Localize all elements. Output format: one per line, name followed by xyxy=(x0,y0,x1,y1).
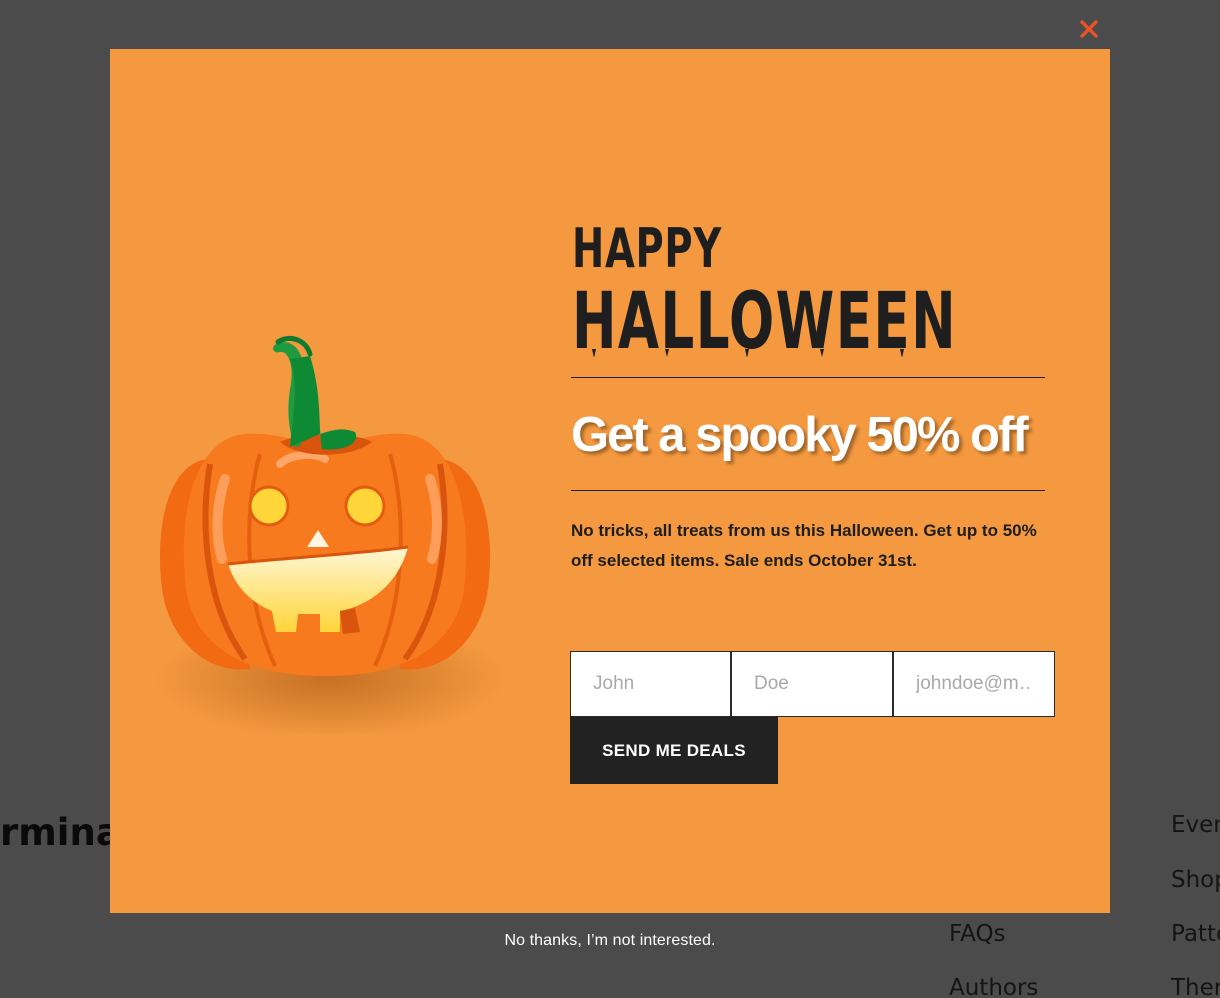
send-deals-button[interactable]: SEND ME DEALS xyxy=(570,717,778,784)
footer-link-events[interactable]: Event xyxy=(1171,810,1220,840)
footer-link-shop[interactable]: Shop xyxy=(1171,865,1220,895)
close-button[interactable] xyxy=(1076,16,1102,42)
divider-bottom xyxy=(571,490,1045,491)
title-happy: HAPPY xyxy=(572,217,722,280)
footer-link-authors[interactable]: Authors xyxy=(949,973,1038,998)
last-name-field[interactable] xyxy=(731,651,893,717)
email-field[interactable] xyxy=(893,651,1055,717)
footer-link-themes[interactable]: Them xyxy=(1171,973,1220,998)
promo-modal: HAPPY HALLOWEEN Get a spooky 50% off No … xyxy=(110,49,1110,913)
offer-headline: Get a spooky 50% off xyxy=(571,408,1029,462)
page: rminat FAQs Authors Event Shop Patte The… xyxy=(0,0,1220,998)
title-halloween: HALLOWEEN xyxy=(572,277,957,357)
close-icon xyxy=(1080,20,1098,38)
dismiss-link[interactable]: No thanks, I’m not interested. xyxy=(0,932,1220,950)
halloween-title-graphic: HAPPY HALLOWEEN xyxy=(572,217,957,357)
first-name-field[interactable] xyxy=(570,651,731,717)
jack-o-lantern-icon xyxy=(155,336,500,734)
divider-top xyxy=(571,377,1045,378)
offer-description: No tricks, all treats from us this Hallo… xyxy=(571,521,1037,570)
